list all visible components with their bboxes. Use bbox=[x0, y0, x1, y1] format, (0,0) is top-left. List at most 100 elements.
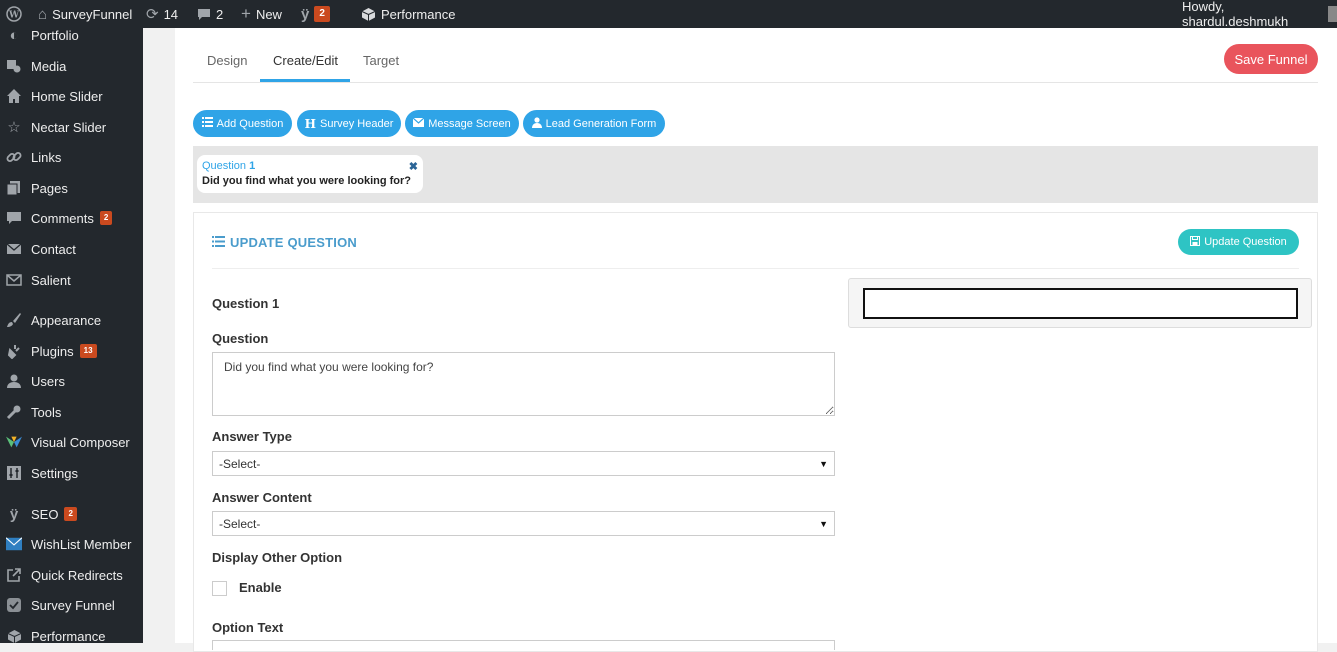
answer-content-value: -Select- bbox=[219, 516, 261, 531]
sidebar-item-visual-composer[interactable]: Visual Composer bbox=[0, 428, 143, 456]
mail-icon bbox=[6, 241, 22, 257]
sidebar-item-appearance[interactable]: Appearance bbox=[0, 306, 143, 334]
star-icon: ☆ bbox=[7, 119, 21, 136]
sidebar-item-plugins[interactable]: Plugins 13 bbox=[0, 337, 143, 365]
sidebar-item-quick-redirects[interactable]: Quick Redirects bbox=[0, 561, 143, 589]
sidebar-item-label: Media bbox=[31, 58, 67, 74]
sidebar-item-wishlist-member[interactable]: WishList Member bbox=[0, 530, 143, 558]
answer-content-label: Answer Content bbox=[212, 490, 312, 505]
survey-header-label: Survey Header bbox=[319, 117, 394, 130]
user-icon bbox=[531, 116, 542, 131]
update-question-button[interactable]: Update Question bbox=[1178, 229, 1299, 255]
header-icon: H bbox=[304, 116, 316, 131]
wordpress-logo-icon[interactable]: W bbox=[6, 0, 22, 28]
enable-checkbox[interactable] bbox=[212, 581, 227, 596]
external-link-icon bbox=[6, 567, 22, 583]
question-card[interactable]: Question 1 Did you find what you were lo… bbox=[197, 155, 423, 193]
refresh-icon: ⟳ bbox=[146, 6, 159, 23]
option-text-label: Option Text bbox=[212, 620, 284, 635]
sidebar-item-seo[interactable]: ÿ SEO 2 bbox=[0, 500, 143, 528]
performance-adminbar-link[interactable]: Performance bbox=[361, 0, 455, 28]
tab-design[interactable]: Design bbox=[207, 53, 247, 68]
media-icon bbox=[6, 58, 22, 74]
portfolio-icon: ◐ bbox=[9, 28, 19, 44]
sidebar-item-tools[interactable]: Tools bbox=[0, 398, 143, 426]
admin-bar: W ⌂ SurveyFunnel ⟳ 14 2 + New ÿ 2 Perfor… bbox=[0, 0, 1337, 29]
new-content-link[interactable]: + New bbox=[241, 0, 282, 28]
caret-down-icon: ▼ bbox=[819, 458, 828, 469]
sidebar-item-label: Quick Redirects bbox=[31, 567, 123, 583]
answer-type-value: -Select- bbox=[219, 456, 261, 471]
content-gutter bbox=[143, 28, 175, 643]
option-text-input[interactable] bbox=[212, 640, 835, 650]
sidebar-item-pages[interactable]: Pages bbox=[0, 174, 143, 202]
sidebar-item-performance[interactable]: Performance bbox=[0, 622, 143, 643]
yoast-icon: ÿ bbox=[301, 5, 310, 23]
plugin-icon bbox=[6, 343, 22, 359]
vc-icon bbox=[6, 434, 22, 450]
update-question-label: Update Question bbox=[1204, 236, 1287, 248]
panel-title: UPDATE QUESTION bbox=[212, 235, 357, 250]
sidebar-item-label: Visual Composer bbox=[31, 434, 130, 450]
sidebar-item-label: Settings bbox=[31, 465, 78, 481]
sidebar-item-survey-funnel[interactable]: Survey Funnel bbox=[0, 591, 143, 619]
answer-type-label: Answer Type bbox=[212, 429, 292, 444]
question-card-text: Did you find what you were looking for? bbox=[202, 175, 411, 187]
comments-badge: 2 bbox=[99, 211, 113, 225]
save-funnel-button[interactable]: Save Funnel bbox=[1224, 44, 1318, 74]
sidebar-item-links[interactable]: Links bbox=[0, 143, 143, 171]
sidebar-item-salient[interactable]: Salient bbox=[0, 266, 143, 294]
tabs-divider bbox=[193, 82, 1318, 83]
sidebar-item-home-slider[interactable]: Home Slider bbox=[0, 82, 143, 110]
sidebar-item-nectar-slider[interactable]: ☆ Nectar Slider bbox=[0, 113, 143, 141]
my-account-link[interactable]: Howdy, shardul.deshmukh bbox=[1182, 0, 1337, 29]
survey-editor: Design Create/Edit Target Save Funnel Ad… bbox=[175, 28, 1337, 652]
brush-icon bbox=[6, 312, 22, 328]
sidebar-item-label: Plugins bbox=[31, 343, 74, 359]
wishlist-icon bbox=[6, 536, 22, 552]
add-question-button[interactable]: Add Question bbox=[193, 110, 292, 137]
display-other-label: Display Other Option bbox=[212, 550, 343, 565]
sidebar-item-settings[interactable]: Settings bbox=[0, 459, 143, 487]
close-icon[interactable]: ✖ bbox=[409, 160, 418, 173]
message-screen-button[interactable]: Message Screen bbox=[405, 110, 519, 137]
tab-target[interactable]: Target bbox=[363, 53, 399, 68]
plus-icon: + bbox=[241, 4, 251, 23]
sidebar-item-label: WishList Member bbox=[31, 536, 132, 552]
seo-adminbar-link[interactable]: ÿ 2 bbox=[301, 0, 330, 28]
lead-generation-form-button[interactable]: Lead Generation Form bbox=[523, 110, 665, 137]
question-textarea[interactable]: Did you find what you were looking for? bbox=[212, 352, 835, 416]
answer-type-select[interactable]: -Select- ▼ bbox=[212, 451, 835, 476]
sidebar-item-label: Pages bbox=[31, 180, 68, 196]
question-card-label: Question 1 bbox=[202, 160, 418, 172]
answer-content-select[interactable]: -Select- ▼ bbox=[212, 511, 835, 536]
plugins-badge: 13 bbox=[79, 344, 97, 358]
sidebar-item-contact[interactable]: Contact bbox=[0, 235, 143, 263]
sidebar-item-label: Contact bbox=[31, 241, 76, 257]
sidebar-item-comments[interactable]: Comments 2 bbox=[0, 204, 143, 232]
preview-field bbox=[863, 288, 1298, 319]
add-question-label: Add Question bbox=[216, 117, 284, 130]
sidebar-item-users[interactable]: Users bbox=[0, 367, 143, 395]
survey-icon bbox=[6, 597, 22, 613]
sidebar-item-media[interactable]: Media bbox=[0, 52, 143, 80]
performance-label: Performance bbox=[381, 6, 456, 22]
sidebar-item-label: Appearance bbox=[31, 312, 102, 328]
performance-icon bbox=[6, 628, 22, 643]
comment-icon bbox=[197, 8, 211, 21]
sidebar-item-label: Tools bbox=[31, 404, 62, 420]
pages-icon bbox=[6, 180, 22, 196]
site-name-link[interactable]: ⌂ SurveyFunnel bbox=[38, 0, 132, 28]
question-label: Question bbox=[212, 331, 269, 346]
tab-create-edit[interactable]: Create/Edit bbox=[273, 53, 338, 68]
sidebar-item-label: Salient bbox=[31, 272, 71, 288]
comments-link[interactable]: 2 bbox=[197, 0, 223, 28]
envelope-icon bbox=[6, 272, 22, 288]
sidebar-item-portfolio[interactable]: ◐ Portfolio bbox=[0, 28, 143, 49]
seo-badge: 2 bbox=[314, 6, 330, 22]
howdy-text: Howdy, shardul.deshmukh bbox=[1182, 0, 1289, 29]
survey-header-button[interactable]: H Survey Header bbox=[297, 110, 401, 137]
sidebar-item-label: SEO bbox=[31, 506, 59, 522]
sidebar-item-label: Home Slider bbox=[31, 88, 103, 104]
updates-link[interactable]: ⟳ 14 bbox=[146, 0, 178, 28]
